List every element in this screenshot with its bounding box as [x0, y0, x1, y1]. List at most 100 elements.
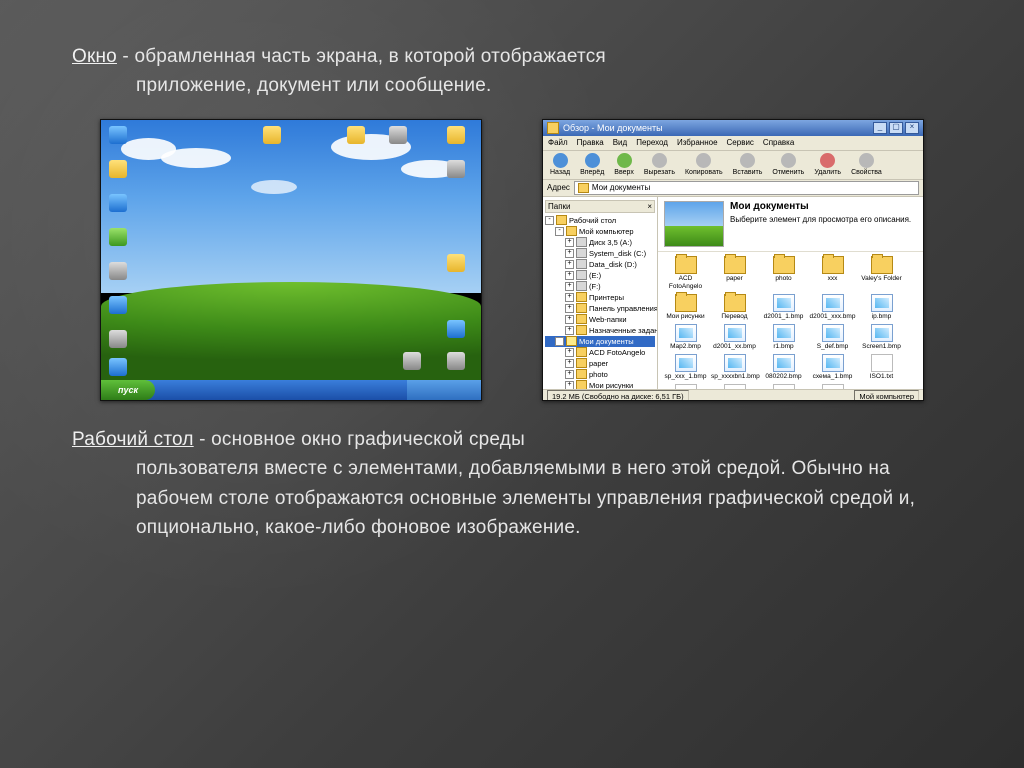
tree-node[interactable]: +Мои рисунки: [545, 380, 655, 389]
file-item[interactable]: 1 xxx: [662, 384, 709, 389]
tree-node[interactable]: +paper: [545, 358, 655, 369]
file-item[interactable]: Map2.bmp: [662, 324, 709, 351]
desktop-shortcut[interactable]: [445, 320, 467, 339]
expand-icon[interactable]: +: [565, 293, 574, 302]
menu-item[interactable]: Сервис: [727, 138, 754, 147]
file-item[interactable]: sp_xxx_1.bmp: [662, 354, 709, 381]
toolbar-button[interactable]: Назад: [547, 153, 573, 176]
file-item[interactable]: S_def.bmp: [809, 324, 856, 351]
expand-icon[interactable]: +: [565, 359, 574, 368]
tree-node[interactable]: +Принтеры: [545, 292, 655, 303]
file-item[interactable]: d2001_xxx.bmp: [809, 294, 856, 321]
toolbar-button[interactable]: Удалить: [811, 153, 844, 176]
expand-icon[interactable]: +: [565, 315, 574, 324]
minimize-button[interactable]: _: [873, 122, 887, 134]
file-item[interactable]: ip.bmp: [858, 294, 905, 321]
desktop-shortcut[interactable]: [387, 126, 409, 145]
maximize-button[interactable]: ▢: [889, 122, 903, 134]
desktop-shortcut[interactable]: [345, 126, 367, 145]
file-item[interactable]: 2 xxx: [711, 384, 758, 389]
system-tray[interactable]: [407, 380, 481, 400]
desktop-shortcut[interactable]: [445, 352, 467, 371]
file-item[interactable]: схема_1.bmp: [809, 354, 856, 381]
desktop-shortcut[interactable]: [107, 358, 129, 377]
tree-node[interactable]: +Назначенные задания: [545, 325, 655, 336]
menu-item[interactable]: Избранное: [677, 138, 718, 147]
desktop-shortcut[interactable]: [445, 126, 467, 145]
expand-icon[interactable]: -: [555, 227, 564, 236]
file-item[interactable]: Valey's Folder: [858, 256, 905, 291]
toolbar-button[interactable]: Копировать: [682, 153, 726, 176]
tree-node[interactable]: -Рабочий стол: [545, 215, 655, 226]
tree-node[interactable]: +ACD FotoAngelo: [545, 347, 655, 358]
file-item[interactable]: 4 xxx: [809, 384, 856, 389]
tree-node[interactable]: -Мои документы: [545, 336, 655, 347]
file-item[interactable]: 3 xxx: [760, 384, 807, 389]
tree-node[interactable]: +Диск 3,5 (A:): [545, 237, 655, 248]
menu-item[interactable]: Справка: [763, 138, 794, 147]
desktop-shortcut[interactable]: [445, 160, 467, 179]
expand-icon[interactable]: +: [565, 271, 574, 280]
expand-icon[interactable]: +: [565, 260, 574, 269]
file-item[interactable]: ISO1.txt: [858, 354, 905, 381]
file-item[interactable]: d2001_xx.bmp: [711, 324, 758, 351]
file-item[interactable]: paper: [711, 256, 758, 291]
file-item[interactable]: ACD FotoAngelo: [662, 256, 709, 291]
expand-icon[interactable]: +: [565, 381, 574, 389]
menu-item[interactable]: Правка: [577, 138, 604, 147]
desktop-shortcut[interactable]: [445, 254, 467, 273]
toolbar-button[interactable]: Вверх: [611, 153, 637, 176]
file-item[interactable]: d2001_1.bmp: [760, 294, 807, 321]
explorer-titlebar[interactable]: Обзор - Мои документы _ ▢ ×: [543, 120, 923, 136]
tree-node[interactable]: +Панель управления: [545, 303, 655, 314]
address-input[interactable]: Мои документы: [574, 181, 919, 195]
start-button[interactable]: пуск: [101, 380, 155, 400]
tree-node[interactable]: +(F:): [545, 281, 655, 292]
expand-icon[interactable]: +: [565, 238, 574, 247]
toolbar-button[interactable]: Свойства: [848, 153, 885, 176]
desktop-shortcut[interactable]: [107, 262, 129, 281]
file-item[interactable]: sp_xxxxbn1.bmp: [711, 354, 758, 381]
toolbar-button[interactable]: Вырезать: [641, 153, 678, 176]
file-item[interactable]: Screen1.bmp: [858, 324, 905, 351]
toolbar-button[interactable]: Вперёд: [577, 153, 607, 176]
explorer-toolbar: НазадВперёдВверхВырезатьКопироватьВстави…: [543, 151, 923, 180]
desktop-shortcut[interactable]: [107, 330, 129, 349]
file-item[interactable]: 080202.bmp: [760, 354, 807, 381]
file-item[interactable]: Перевод: [711, 294, 758, 321]
tree-node[interactable]: +(E:): [545, 270, 655, 281]
expand-icon[interactable]: -: [555, 337, 564, 346]
tree-close-icon[interactable]: ×: [647, 202, 652, 211]
menu-item[interactable]: Файл: [548, 138, 568, 147]
expand-icon[interactable]: +: [565, 304, 574, 313]
expand-icon[interactable]: +: [565, 249, 574, 258]
tree-node[interactable]: +Web-папки: [545, 314, 655, 325]
expand-icon[interactable]: +: [565, 370, 574, 379]
file-item[interactable]: Мои рисунки: [662, 294, 709, 321]
tree-node[interactable]: -Мой компьютер: [545, 226, 655, 237]
expand-icon[interactable]: +: [565, 326, 574, 335]
expand-icon[interactable]: +: [565, 348, 574, 357]
close-button[interactable]: ×: [905, 122, 919, 134]
desktop-shortcut[interactable]: [107, 160, 129, 179]
menu-item[interactable]: Вид: [613, 138, 627, 147]
file-item[interactable]: r1.bmp: [760, 324, 807, 351]
desktop-shortcut[interactable]: [401, 352, 423, 371]
file-item[interactable]: photo: [760, 256, 807, 291]
toolbar-button[interactable]: Вставить: [730, 153, 766, 176]
desktop-shortcut[interactable]: [107, 126, 129, 145]
desktop-shortcut[interactable]: [261, 126, 283, 145]
file-item[interactable]: xxx: [809, 256, 856, 291]
term-window-def-a: - обрамленная часть экрана, в которой от…: [117, 46, 606, 67]
tree-node[interactable]: +Data_disk (D:): [545, 259, 655, 270]
expand-icon[interactable]: -: [545, 216, 554, 225]
desktop-shortcut[interactable]: [107, 296, 129, 315]
expand-icon[interactable]: +: [565, 282, 574, 291]
tree-node[interactable]: +System_disk (C:): [545, 248, 655, 259]
menu-item[interactable]: Переход: [636, 138, 668, 147]
file-label: ACD FotoAngelo: [662, 275, 709, 291]
desktop-shortcut[interactable]: [107, 194, 129, 213]
desktop-shortcut[interactable]: [107, 228, 129, 247]
toolbar-button[interactable]: Отменить: [769, 153, 807, 176]
tree-node[interactable]: +photo: [545, 369, 655, 380]
